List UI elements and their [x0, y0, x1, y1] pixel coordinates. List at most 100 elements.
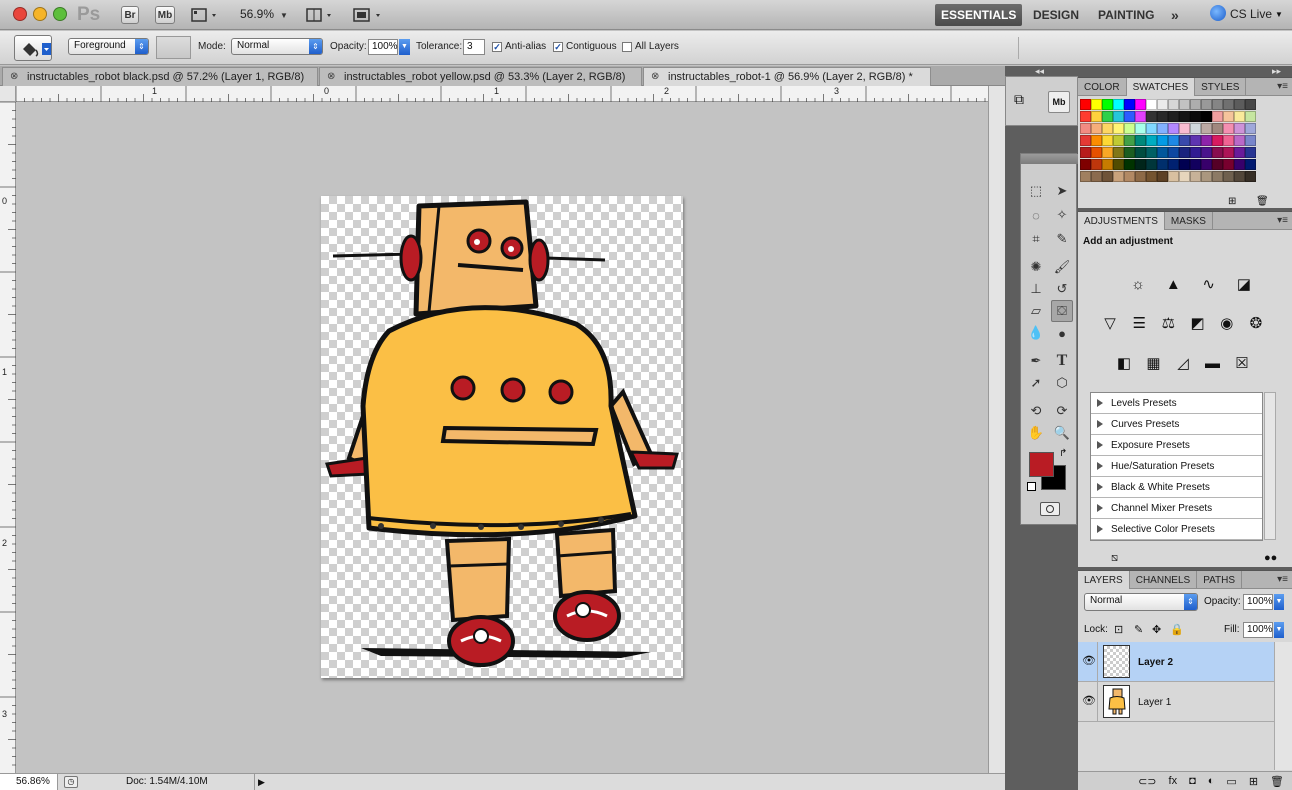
zoom-tool-icon[interactable]: 🔍	[1051, 422, 1073, 444]
layer-name[interactable]: Layer 1	[1138, 697, 1171, 708]
opacity-slider-icon[interactable]: ▼	[399, 39, 410, 55]
color-swatch[interactable]	[1201, 171, 1212, 182]
color-swatch[interactable]	[1234, 159, 1245, 170]
default-colors-icon[interactable]	[1027, 482, 1036, 491]
color-swatch[interactable]	[1124, 171, 1135, 182]
color-swatch[interactable]	[1157, 159, 1168, 170]
color-swatch[interactable]	[1245, 147, 1256, 158]
lock-position-icon[interactable]: ✥	[1152, 623, 1161, 636]
pattern-picker[interactable]	[156, 36, 191, 59]
view-extras-menu[interactable]	[190, 6, 220, 24]
color-swatch[interactable]	[1135, 123, 1146, 134]
visibility-options-icon[interactable]: ●●	[1264, 552, 1277, 564]
zoom-level-menu[interactable]: 56.9%	[240, 7, 274, 21]
opacity-input[interactable]: 100%	[368, 39, 398, 55]
color-swatch[interactable]	[1113, 147, 1124, 158]
color-swatch[interactable]	[1234, 123, 1245, 134]
expand-panels-icon[interactable]: ▸▸	[1272, 66, 1281, 77]
gradient-map-icon[interactable]: ▬	[1201, 351, 1225, 375]
color-balance-icon[interactable]: ⚖	[1156, 311, 1180, 335]
tab-styles[interactable]: STYLES	[1195, 78, 1247, 96]
color-swatch[interactable]	[1102, 111, 1113, 122]
layer-style-icon[interactable]: fx	[1169, 775, 1178, 790]
curves-icon[interactable]: ∿	[1197, 272, 1221, 296]
color-swatch[interactable]	[1223, 159, 1234, 170]
all-layers-checkbox[interactable]	[622, 42, 632, 52]
color-swatch[interactable]	[1124, 147, 1135, 158]
color-swatch[interactable]	[1212, 159, 1223, 170]
new-layer-icon[interactable]: ⊞	[1249, 775, 1258, 790]
cs-live-dropdown-icon[interactable]: ▼	[1275, 10, 1283, 19]
layers-scrollbar[interactable]	[1274, 642, 1292, 770]
color-swatch[interactable]	[1146, 171, 1157, 182]
color-swatch[interactable]	[1179, 123, 1190, 134]
tab-robot-black[interactable]: ⊗ instructables_robot black.psd @ 57.2% (…	[2, 67, 318, 86]
exposure-icon[interactable]: ◪	[1232, 272, 1256, 296]
tab-robot-1[interactable]: ⊗ instructables_robot-1 @ 56.9% (Layer 2,…	[643, 67, 931, 86]
close-tab-icon[interactable]: ⊗	[651, 71, 659, 82]
color-swatch[interactable]	[1102, 159, 1113, 170]
tolerance-input[interactable]: 3	[463, 39, 485, 55]
tab-color[interactable]: COLOR	[1078, 78, 1127, 96]
color-swatch[interactable]	[1091, 171, 1102, 182]
adjustment-layer-icon[interactable]: ◐	[1208, 775, 1215, 790]
layer-thumbnail[interactable]	[1103, 645, 1130, 678]
color-swatch[interactable]	[1146, 159, 1157, 170]
color-swatch[interactable]	[1102, 135, 1113, 146]
history-panel-icon[interactable]: ⧉	[1014, 91, 1036, 113]
color-swatch[interactable]	[1157, 147, 1168, 158]
posterize-icon[interactable]: ▦	[1142, 351, 1166, 375]
color-swatch[interactable]	[1201, 159, 1212, 170]
dodge-tool-icon[interactable]: ●	[1051, 322, 1073, 344]
color-swatch[interactable]	[1179, 171, 1190, 182]
color-swatch[interactable]	[1190, 147, 1201, 158]
hand-tool-icon[interactable]: ✋	[1025, 422, 1047, 444]
color-swatch[interactable]	[1179, 159, 1190, 170]
layer-blend-mode-select[interactable]: Normal ⇕	[1084, 593, 1198, 611]
color-swatch[interactable]	[1113, 159, 1124, 170]
color-swatch[interactable]	[1146, 123, 1157, 134]
color-swatch[interactable]	[1223, 171, 1234, 182]
close-window-button[interactable]	[13, 7, 27, 21]
color-swatch[interactable]	[1080, 171, 1091, 182]
foreground-color-swatch[interactable]	[1029, 452, 1054, 477]
color-swatch[interactable]	[1091, 123, 1102, 134]
color-swatch[interactable]	[1135, 135, 1146, 146]
color-swatch[interactable]	[1168, 111, 1179, 122]
color-swatch[interactable]	[1080, 147, 1091, 158]
tools-panel-header[interactable]	[1021, 154, 1078, 164]
invert-icon[interactable]: ◧	[1112, 351, 1136, 375]
color-swatch[interactable]	[1234, 147, 1245, 158]
selective-color-icon[interactable]: ☒	[1230, 351, 1254, 375]
color-swatch[interactable]	[1157, 111, 1168, 122]
color-swatch[interactable]	[1091, 135, 1102, 146]
color-swatch[interactable]	[1080, 111, 1091, 122]
zoom-window-button[interactable]	[53, 7, 67, 21]
color-swatch[interactable]	[1201, 111, 1212, 122]
tab-adjustments[interactable]: ADJUSTMENTS	[1078, 212, 1165, 230]
color-swatch[interactable]	[1190, 159, 1201, 170]
workspace-design[interactable]: DESIGN	[1027, 4, 1085, 26]
lasso-tool-icon[interactable]: ◌	[1025, 204, 1047, 226]
preset-item[interactable]: Curves Presets	[1091, 414, 1262, 435]
color-swatch[interactable]	[1146, 135, 1157, 146]
color-swatch[interactable]	[1168, 147, 1179, 158]
color-swatch[interactable]	[1113, 111, 1124, 122]
color-swatch[interactable]	[1102, 171, 1113, 182]
color-swatch[interactable]	[1113, 135, 1124, 146]
layer-opacity-input[interactable]: 100%	[1243, 594, 1273, 610]
color-swatch[interactable]	[1168, 135, 1179, 146]
eye-icon[interactable]: 👁	[1082, 694, 1096, 707]
blend-mode-select[interactable]: Normal ⇕	[231, 38, 323, 55]
color-swatch[interactable]	[1179, 111, 1190, 122]
color-swatch[interactable]	[1201, 99, 1212, 110]
ruler-origin[interactable]	[0, 86, 16, 102]
color-swatch[interactable]	[1124, 123, 1135, 134]
color-swatch[interactable]	[1091, 99, 1102, 110]
status-zoom-input[interactable]: 56.86%	[0, 774, 58, 790]
color-swatch[interactable]	[1234, 171, 1245, 182]
brush-tool-icon[interactable]: 🖌	[1051, 256, 1073, 278]
color-swatch[interactable]	[1080, 159, 1091, 170]
lock-pixels-icon[interactable]: ✎	[1134, 623, 1143, 636]
cs-live-menu[interactable]: CS Live	[1230, 7, 1272, 21]
